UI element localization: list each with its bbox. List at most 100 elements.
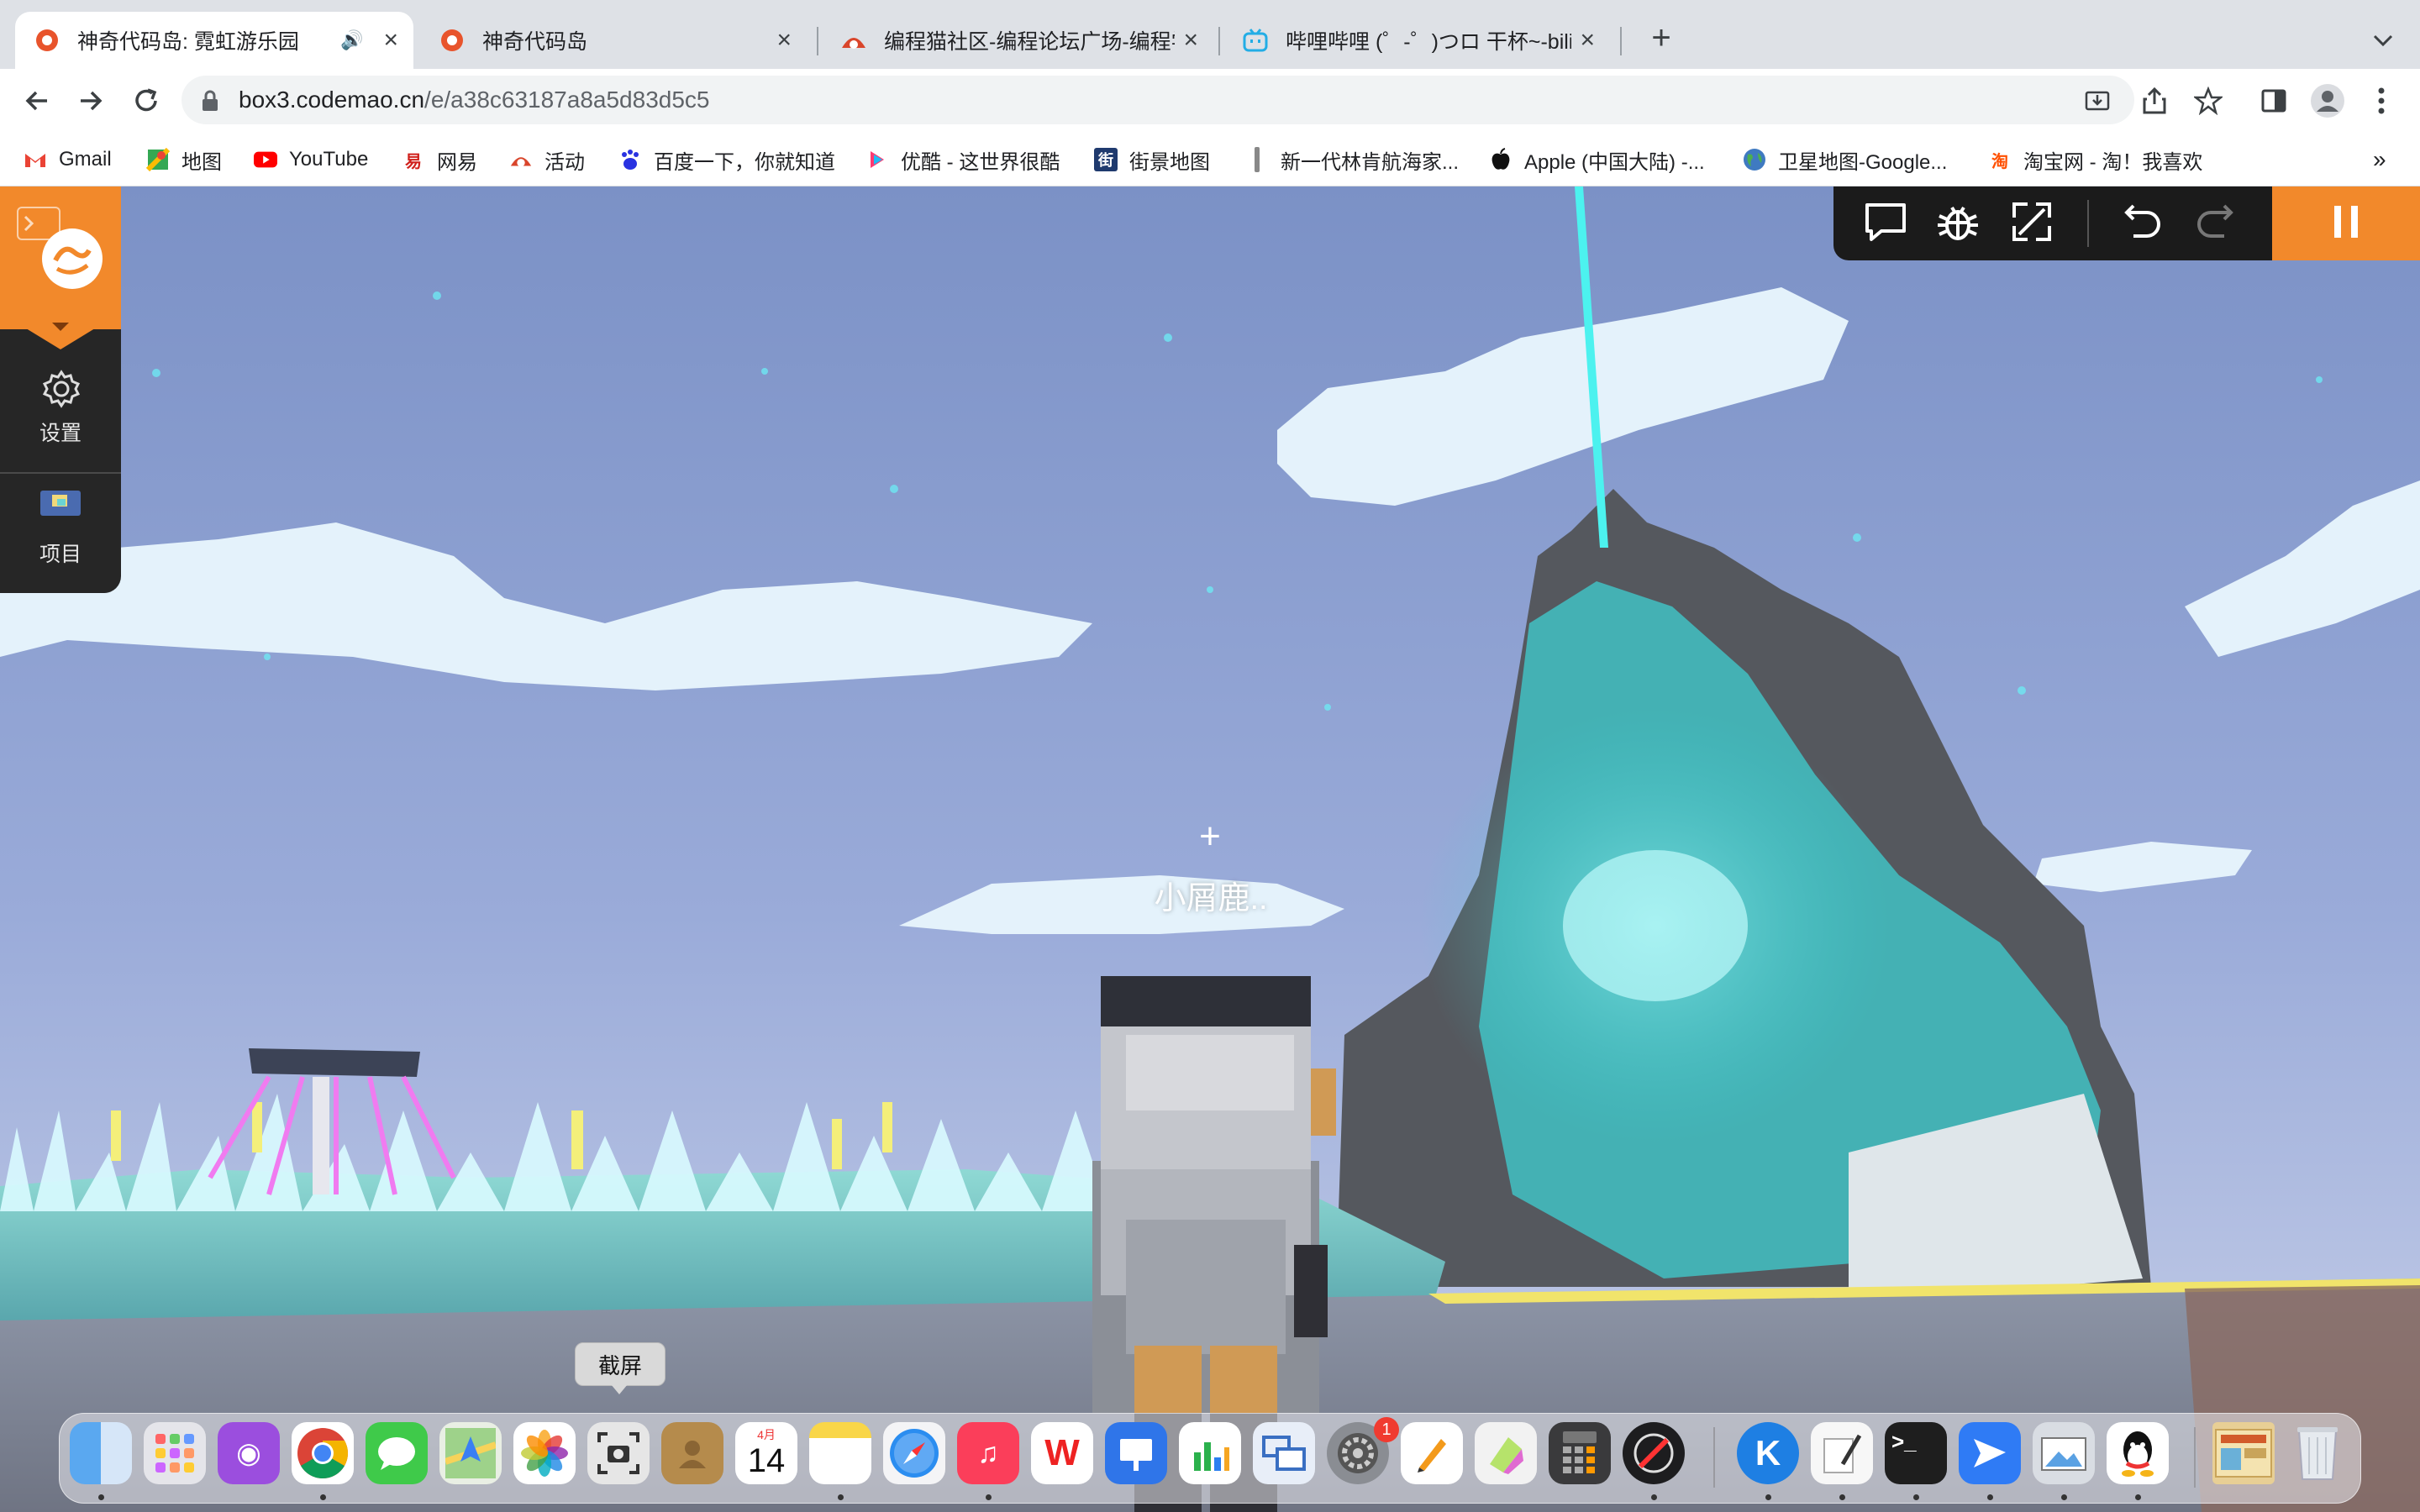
menu-kebab-icon[interactable]	[2361, 81, 2402, 121]
bookmark-label: 网易	[437, 150, 477, 174]
fullscreen-button[interactable]	[2007, 198, 2057, 249]
bookmarks-bar: Gmail 地图 YouTube 易 网易 活动 百度一下，你就知道 优酷 - …	[0, 133, 2420, 186]
grapher-icon[interactable]	[1475, 1422, 1537, 1484]
url-text: box3.codemao.cn/e/a38c63187a8a5d83d5c5	[239, 87, 709, 113]
chrome-icon[interactable]	[292, 1422, 354, 1484]
screenshot-icon[interactable]	[587, 1422, 650, 1484]
bookmark-label: Apple (中国大陆) -...	[1524, 150, 1705, 174]
tab-codemao-neon[interactable]: 神奇代码岛: 霓虹游乐园 🔊 ×	[15, 12, 413, 69]
caret-down-icon[interactable]	[0, 312, 121, 349]
project-thumbnail-icon	[40, 491, 81, 520]
tab-title: 编程猫社区-编程论坛广场-编程学	[884, 30, 1176, 54]
bookmark-label: 卫星地图-Google...	[1778, 150, 1948, 174]
side-panel-icon[interactable]	[2254, 81, 2294, 121]
k-app-icon[interactable]: K	[1737, 1422, 1799, 1484]
game-viewport[interactable]: + 小屑鹿..	[0, 186, 2420, 1512]
project-button[interactable]: 项目	[0, 491, 121, 575]
codemao-logo-panel[interactable]	[0, 186, 121, 329]
bookmark-star-icon[interactable]	[2188, 81, 2228, 121]
notes-icon[interactable]	[809, 1422, 871, 1484]
close-tab-icon[interactable]: ×	[383, 26, 398, 55]
photos-icon[interactable]	[513, 1422, 576, 1484]
install-app-icon[interactable]	[2084, 87, 2111, 118]
chat-button[interactable]	[1860, 198, 1911, 249]
bookmark-lincoln[interactable]: 新一代林肯航海家...	[1245, 143, 1459, 176]
baidu-icon	[618, 148, 642, 171]
forward-button[interactable]	[71, 81, 111, 121]
tab-bcm-community[interactable]: 编程猫社区-编程论坛广场-编程学 ×	[822, 12, 1213, 69]
debug-button[interactable]	[1933, 198, 1983, 249]
calculator-icon[interactable]	[1549, 1422, 1611, 1484]
profile-avatar[interactable]	[2307, 81, 2348, 121]
bookmark-gmail[interactable]: Gmail	[24, 143, 112, 176]
lincoln-icon	[1245, 147, 1269, 172]
bookmark-youku[interactable]: 优酷 - 这世界很酷	[865, 143, 1060, 176]
trash-icon[interactable]	[2286, 1422, 2349, 1484]
tab-codemao[interactable]: 神奇代码岛 ×	[420, 12, 807, 69]
script-editor-icon[interactable]	[1811, 1422, 1873, 1484]
activity-icon	[509, 148, 533, 171]
earth-icon	[1743, 148, 1766, 171]
more-bookmarks-button[interactable]: »	[2373, 143, 2386, 176]
pause-button[interactable]	[2272, 186, 2420, 260]
redo-button[interactable]	[2190, 198, 2240, 249]
settings-button[interactable]: 设置	[0, 370, 121, 454]
bookmark-label: 地图	[182, 150, 222, 174]
codemao-logo-icon	[40, 227, 104, 295]
bookmark-maps[interactable]: 地图	[146, 143, 222, 176]
pause-icon	[2333, 204, 2360, 244]
bookmark-youtube[interactable]: YouTube	[254, 143, 368, 176]
lock-icon[interactable]	[200, 89, 220, 117]
bookmark-apple[interactable]: Apple (中国大陆) -...	[1489, 143, 1705, 176]
launchpad-icon[interactable]	[144, 1422, 206, 1484]
bookmark-taobao[interactable]: 淘 淘宝网 - 淘！我喜欢	[1988, 143, 2202, 176]
terminal-icon[interactable]: >_	[1885, 1422, 1947, 1484]
preview-icon[interactable]	[2033, 1422, 2095, 1484]
numbers-icon[interactable]	[1179, 1422, 1241, 1484]
pages-icon[interactable]	[1401, 1422, 1463, 1484]
calendar-day: 14	[747, 1442, 786, 1479]
reload-button[interactable]	[126, 81, 166, 121]
bookmark-baidu[interactable]: 百度一下，你就知道	[618, 143, 835, 176]
share-icon[interactable]	[2134, 81, 2175, 121]
messages-icon[interactable]	[366, 1422, 428, 1484]
qq-icon[interactable]	[2107, 1422, 2169, 1484]
maps-app-icon[interactable]	[439, 1422, 502, 1484]
back-button[interactable]	[17, 81, 57, 121]
wps-icon[interactable]: W	[1031, 1422, 1093, 1484]
music-icon[interactable]: ♫	[957, 1422, 1019, 1484]
bookmark-label: 淘宝网 - 淘！我喜欢	[2023, 150, 2203, 174]
keynote-icon[interactable]	[1105, 1422, 1167, 1484]
tab-search-chevron-icon[interactable]	[2366, 24, 2400, 57]
bookmark-label: 新一代林肯航海家...	[1281, 150, 1460, 174]
address-bar[interactable]: box3.codemao.cn/e/a38c63187a8a5d83d5c5	[182, 76, 2134, 124]
calendar-month: 4月	[757, 1428, 776, 1441]
youku-icon	[865, 148, 889, 171]
bookmark-netease[interactable]: 易 网易	[402, 143, 477, 176]
recent-document-thumbnail[interactable]	[2212, 1422, 2275, 1484]
undo-button[interactable]	[2118, 198, 2168, 249]
podcasts-icon[interactable]: ◉	[218, 1422, 280, 1484]
close-tab-icon[interactable]: ×	[1580, 26, 1595, 55]
codemao-favicon	[34, 27, 60, 54]
new-tab-button[interactable]: +	[1640, 17, 1682, 59]
bookmark-streetview[interactable]: 街 街景地图	[1094, 143, 1210, 176]
bug-icon	[1935, 199, 1981, 249]
bookmark-earth[interactable]: 卫星地图-Google...	[1743, 143, 1947, 176]
speaker-icon[interactable]: 🔊	[340, 29, 363, 51]
player-name-label: 小屑鹿..	[1154, 881, 1268, 916]
close-tab-icon[interactable]: ×	[776, 26, 792, 55]
bookmark-label: 街景地图	[1129, 150, 1210, 174]
instruments-icon[interactable]	[1623, 1422, 1685, 1484]
tab-title: 神奇代码岛	[482, 30, 588, 54]
feishu-icon[interactable]	[1959, 1422, 2021, 1484]
finder-icon[interactable]	[70, 1422, 132, 1484]
close-tab-icon[interactable]: ×	[1183, 26, 1198, 55]
bookmark-activity[interactable]: 活动	[509, 143, 585, 176]
tab-bilibili[interactable]: 哔哩哔哩 (゜-゜)つロ 干杯~-bilibili ×	[1223, 12, 1610, 69]
screen-sharing-icon[interactable]	[1253, 1422, 1315, 1484]
contacts-icon[interactable]	[661, 1422, 723, 1484]
calendar-icon[interactable]: 4月 14	[735, 1422, 797, 1484]
url-host: box3.codemao.cn	[239, 87, 425, 113]
safari-icon[interactable]	[883, 1422, 945, 1484]
